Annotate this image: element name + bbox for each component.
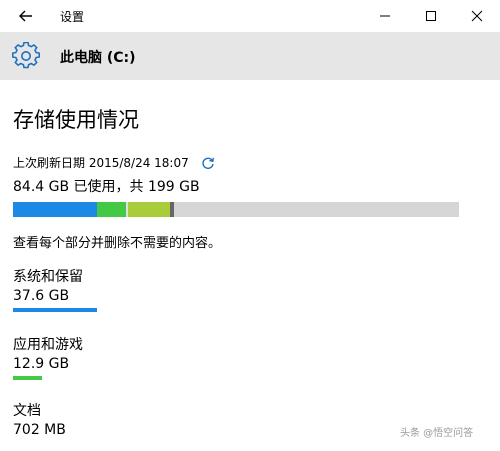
usage-bar <box>13 202 459 217</box>
usage-bar-segment <box>128 202 170 217</box>
category-size: 702 MB <box>13 422 66 438</box>
category-size: 12.9 GB <box>13 356 70 372</box>
page-title: 此电脑 (C:) <box>60 50 136 66</box>
category-system-reserved[interactable]: 系统和保留 37.6 GB <box>13 266 97 312</box>
category-apps-games[interactable]: 应用和游戏 12.9 GB <box>13 334 83 380</box>
title-bar: 设置 <box>0 0 500 32</box>
minimize-icon <box>380 15 390 17</box>
category-bar <box>13 376 42 380</box>
category-bar <box>13 308 97 312</box>
category-name: 应用和游戏 <box>13 337 83 353</box>
window-title: 设置 <box>60 10 85 24</box>
usage-bar-segment <box>13 202 97 217</box>
minimize-button[interactable] <box>362 0 408 32</box>
refresh-icon[interactable] <box>201 156 215 170</box>
close-icon <box>471 10 483 22</box>
usage-bar-segment <box>170 202 174 217</box>
last-refreshed-row: 上次刷新日期 2015/8/24 18:07 <box>13 154 215 171</box>
category-documents[interactable]: 文档 702 MB <box>13 400 66 438</box>
last-refreshed-text: 上次刷新日期 2015/8/24 18:07 <box>13 156 189 170</box>
usage-bar-segment <box>97 202 126 217</box>
storage-heading: 存储使用情况 <box>13 108 139 132</box>
storage-description: 查看每个部分并删除不需要的内容。 <box>13 236 222 251</box>
watermark: 头条 @悟空问答 <box>400 428 474 439</box>
category-name: 文档 <box>13 403 41 419</box>
category-name: 系统和保留 <box>13 269 83 285</box>
category-size: 37.6 GB <box>13 288 70 304</box>
maximize-button[interactable] <box>408 0 454 32</box>
maximize-icon <box>426 11 436 21</box>
back-button[interactable] <box>6 0 46 32</box>
gear-icon <box>12 42 40 69</box>
arrow-left-icon <box>19 10 32 22</box>
close-button[interactable] <box>454 0 500 32</box>
used-summary: 84.4 GB 已使用，共 199 GB <box>13 179 200 195</box>
page-header: 此电脑 (C:) <box>0 32 500 80</box>
